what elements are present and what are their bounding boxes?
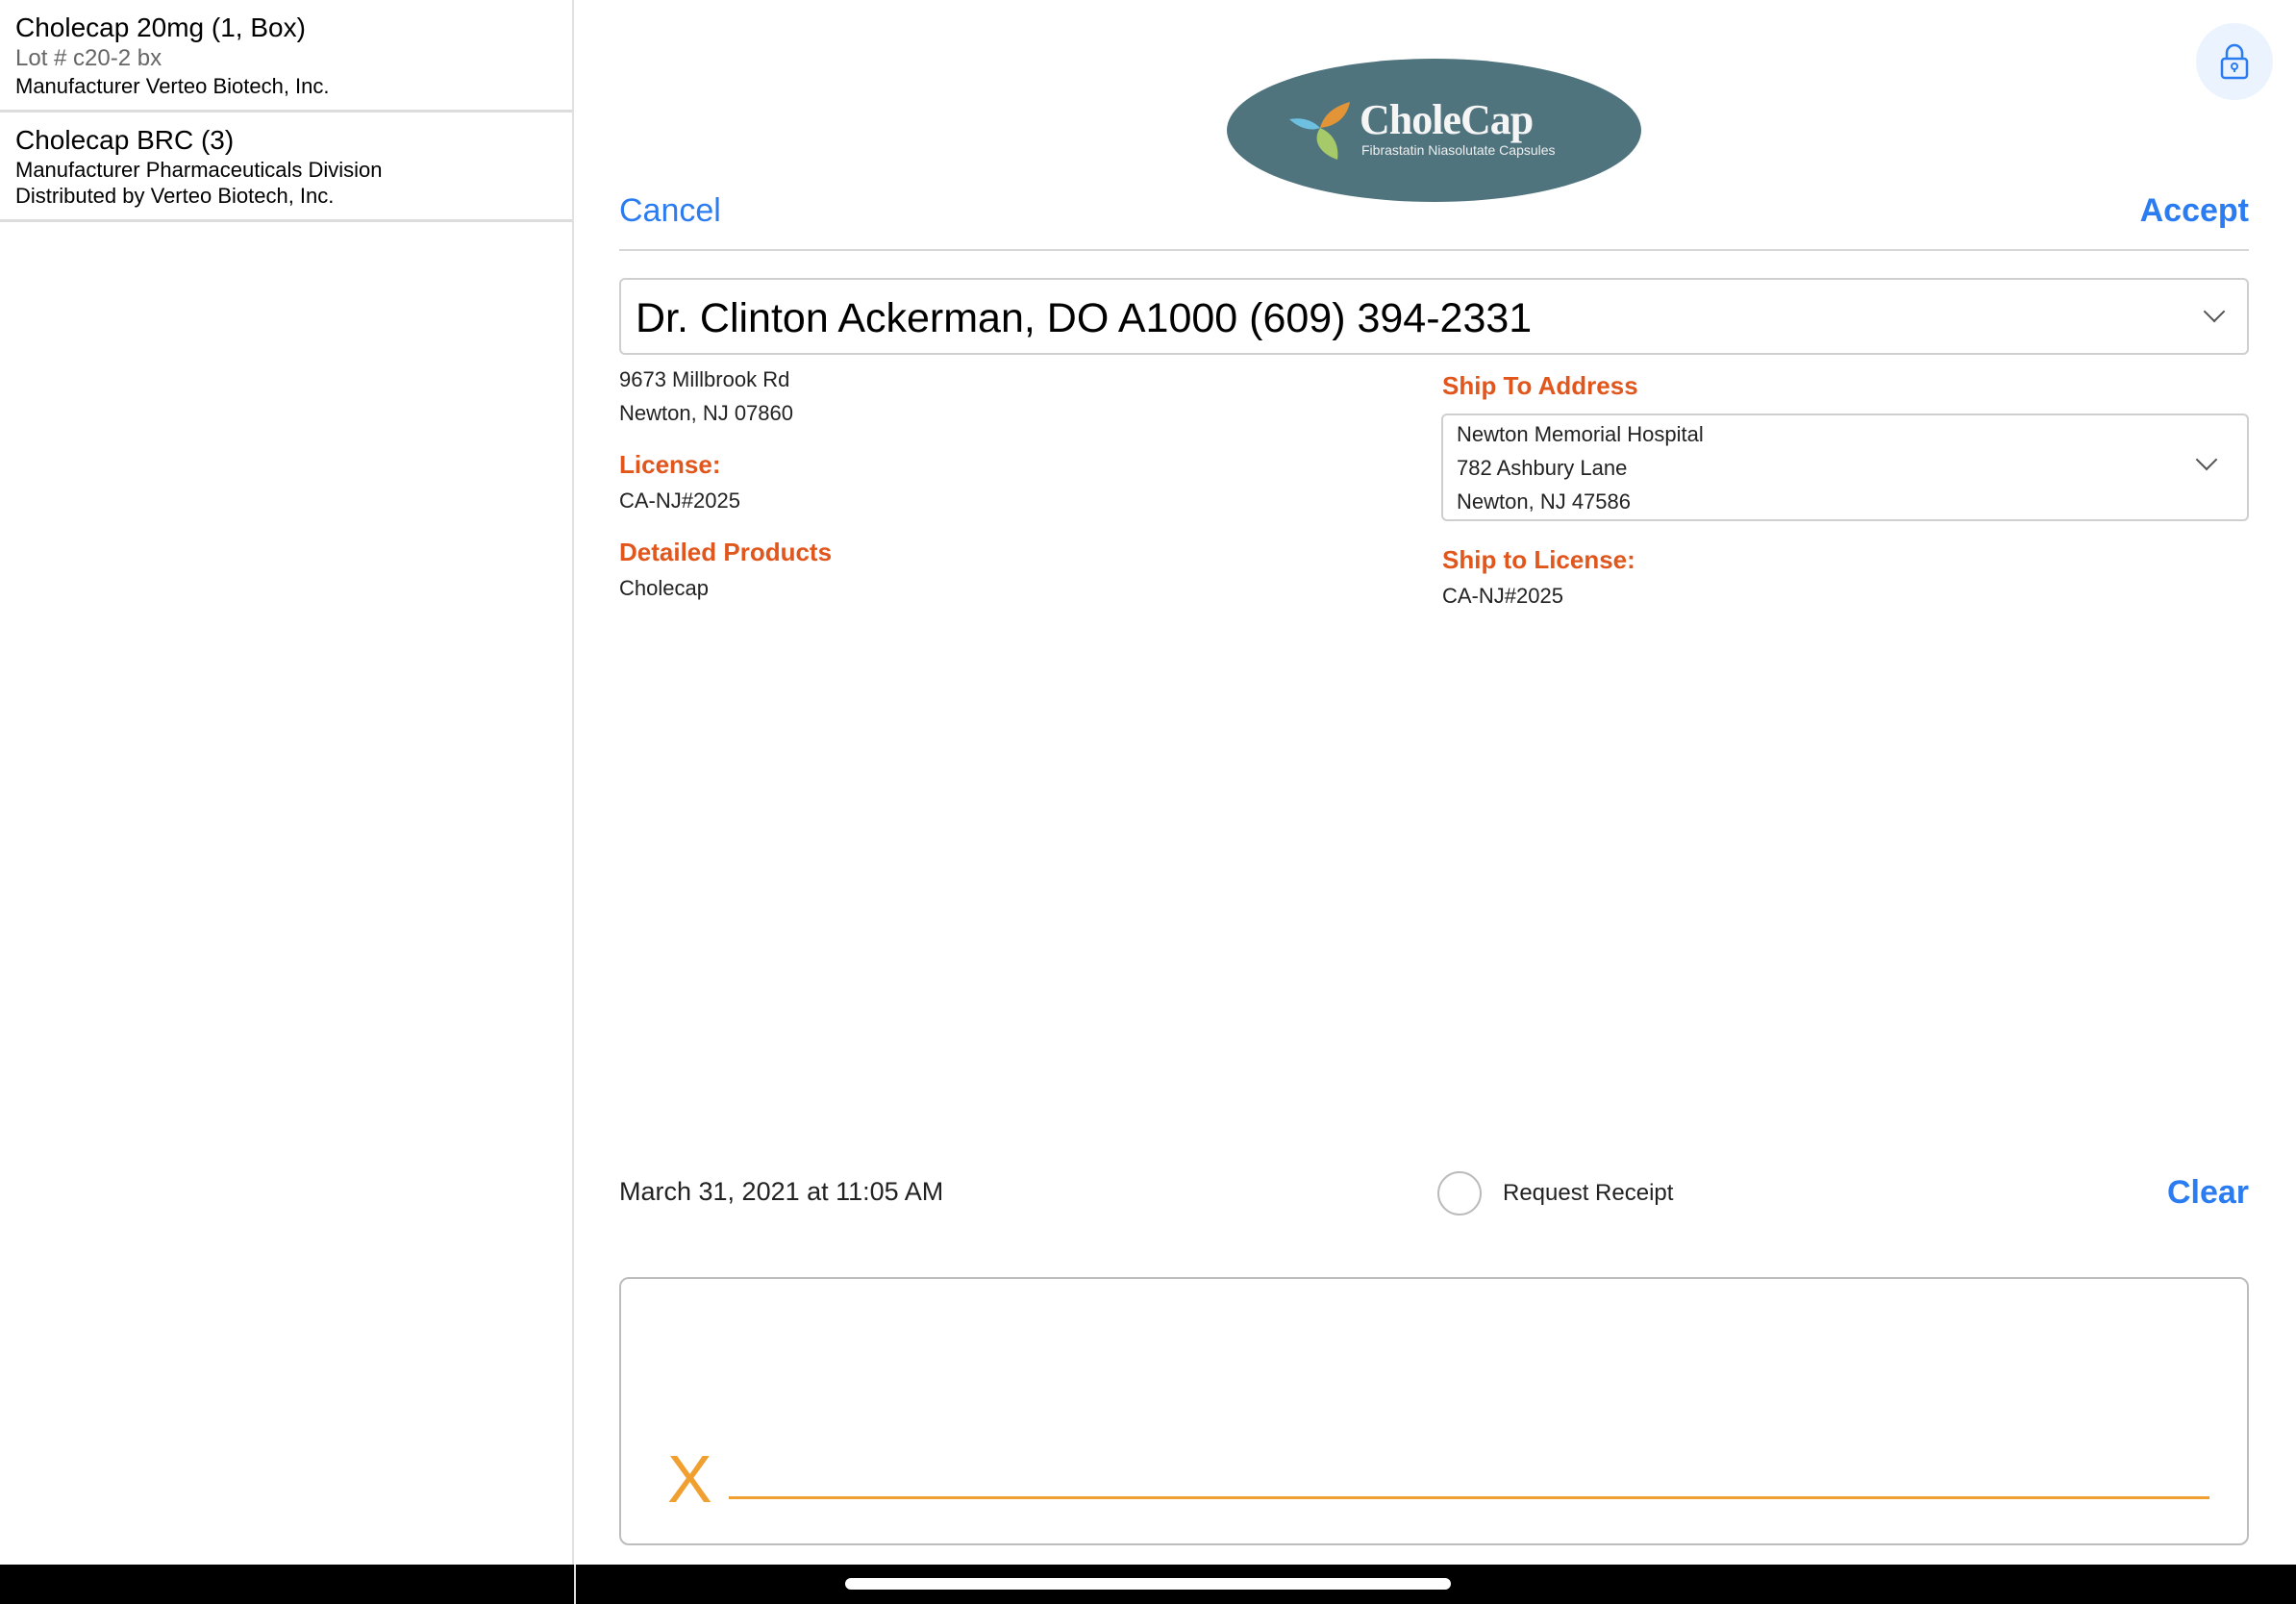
sidebar: Cholecap 20mg (1, Box) Lot # c20-2 bx Ma… bbox=[0, 0, 574, 1565]
cancel-button[interactable]: Cancel bbox=[619, 192, 721, 230]
ship-license-label: Ship to License: bbox=[1442, 545, 1635, 575]
request-receipt-radio[interactable] bbox=[1437, 1171, 1482, 1216]
logo-brand: CholeCap bbox=[1360, 95, 1533, 144]
logo-leaf-icon bbox=[1289, 97, 1357, 164]
item-title: Cholecap BRC (3) bbox=[15, 124, 572, 157]
recipient-dropdown[interactable]: Dr. Clinton Ackerman, DO A1000 (609) 394… bbox=[619, 278, 2249, 355]
lock-icon bbox=[2219, 42, 2250, 81]
item-manufacturer: Manufacturer Verteo Biotech, Inc. bbox=[15, 73, 572, 99]
recipient-value: Dr. Clinton Ackerman, DO A1000 (609) 394… bbox=[636, 295, 1532, 342]
list-item[interactable]: Cholecap BRC (3) Manufacturer Pharmaceut… bbox=[0, 113, 572, 222]
ship-to-label: Ship To Address bbox=[1442, 371, 1638, 401]
license-label: License: bbox=[619, 450, 721, 480]
chevron-down-icon bbox=[2204, 301, 2226, 323]
ship-to-dropdown[interactable]: Newton Memorial Hospital 782 Ashbury Lan… bbox=[1441, 414, 2249, 521]
ship-license-value: CA-NJ#2025 bbox=[1442, 579, 1563, 613]
accept-button[interactable]: Accept bbox=[2140, 192, 2249, 230]
item-distributor: Distributed by Verteo Biotech, Inc. bbox=[15, 183, 572, 209]
ship-to-line: Newton, NJ 47586 bbox=[1457, 485, 1631, 518]
logo: CholeCap Fibrastatin Niasolutate Capsule… bbox=[1227, 59, 1641, 202]
split-divider bbox=[574, 1565, 576, 1604]
signature-pad[interactable]: X bbox=[619, 1277, 2249, 1545]
address-line: Newton, NJ 07860 bbox=[619, 396, 793, 430]
request-receipt-label[interactable]: Request Receipt bbox=[1503, 1180, 1673, 1207]
signature-line bbox=[729, 1496, 2209, 1499]
detailed-products-value: Cholecap bbox=[619, 571, 709, 605]
ship-to-line: 782 Ashbury Lane bbox=[1457, 451, 1627, 485]
lock-button[interactable] bbox=[2196, 23, 2273, 100]
signature-x-mark: X bbox=[667, 1441, 712, 1517]
bottom-bar bbox=[0, 1565, 2296, 1604]
signature-datetime: March 31, 2021 at 11:05 AM bbox=[619, 1177, 943, 1207]
ship-to-line: Newton Memorial Hospital bbox=[1457, 417, 1704, 451]
detailed-products-label: Detailed Products bbox=[619, 538, 832, 567]
item-manufacturer: Manufacturer Pharmaceuticals Division bbox=[15, 157, 572, 183]
license-value: CA-NJ#2025 bbox=[619, 484, 740, 517]
item-lot: Lot # c20-2 bx bbox=[15, 44, 572, 73]
chevron-down-icon bbox=[2196, 449, 2218, 471]
header-divider bbox=[619, 249, 2249, 251]
home-indicator[interactable] bbox=[845, 1578, 1451, 1590]
list-item[interactable]: Cholecap 20mg (1, Box) Lot # c20-2 bx Ma… bbox=[0, 0, 572, 113]
logo-tagline: Fibrastatin Niasolutate Capsules bbox=[1361, 142, 1556, 158]
address-line: 9673 Millbrook Rd bbox=[619, 363, 789, 396]
item-title: Cholecap 20mg (1, Box) bbox=[15, 12, 572, 44]
clear-button[interactable]: Clear bbox=[2167, 1174, 2249, 1212]
